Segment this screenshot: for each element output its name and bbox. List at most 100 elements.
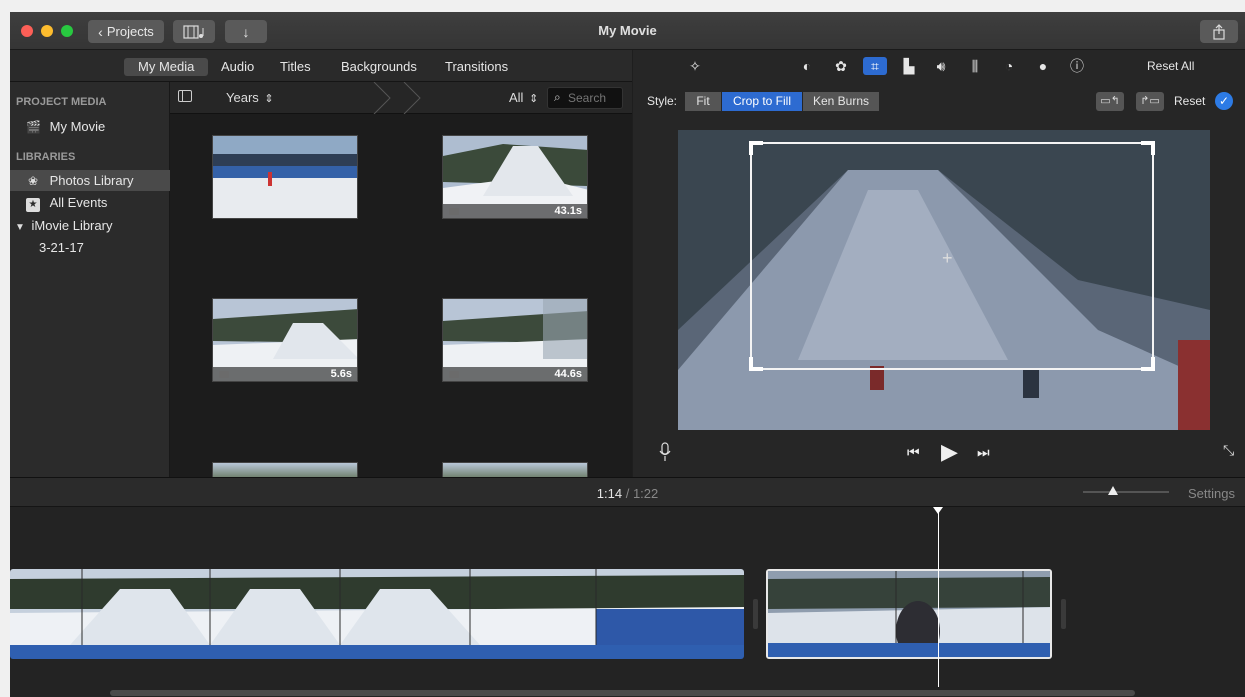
timeline-header: 1:14 / 1:22 Settings xyxy=(10,477,1245,507)
disclosure-triangle-icon[interactable]: ▼ xyxy=(15,222,25,233)
search-icon: ⌕ xyxy=(554,90,561,104)
search-field[interactable]: ⌕ xyxy=(547,87,623,109)
reset-button[interactable]: Reset xyxy=(1174,94,1205,108)
style-label: Style: xyxy=(647,94,678,108)
updown-chevron-icon: ⇕ xyxy=(264,93,274,105)
crop-rectangle[interactable]: + xyxy=(749,141,1155,371)
media-browser: Years ⇕ All ⇕ ⌕ Search 43.1s 5.6s 44.6s xyxy=(170,82,632,477)
clip-duration: 43.1s xyxy=(443,204,587,218)
tab-my-media[interactable]: My Media xyxy=(124,58,209,76)
volume-icon[interactable]: 🔊︎ xyxy=(931,57,951,75)
reset-all-button[interactable]: Reset All xyxy=(1147,59,1194,73)
stabilization-icon[interactable]: ▙ xyxy=(899,57,919,75)
grouping-value: Years xyxy=(226,90,259,105)
video-preview[interactable]: + xyxy=(678,130,1210,430)
media-pane: My Media Audio Titles Backgrounds Transi… xyxy=(10,50,632,477)
sidebar-item-label: All Events xyxy=(49,195,108,210)
breadcrumb-chevrons-icon xyxy=(373,82,421,114)
play-icon[interactable]: ▶ xyxy=(941,439,958,465)
crop-icon[interactable]: ⌗ xyxy=(863,57,887,75)
zoom-slider-thumb[interactable] xyxy=(1108,486,1118,495)
ski-race-image xyxy=(213,136,357,218)
total-time: 1:22 xyxy=(632,486,659,501)
sidebar-item-my-movie[interactable]: 🎬 My Movie xyxy=(10,116,170,137)
style-fit-button[interactable]: Fit xyxy=(685,92,721,111)
color-palette-icon[interactable]: ✿ xyxy=(831,57,851,75)
crop-corner-handle[interactable] xyxy=(749,357,763,371)
tab-transitions[interactable]: Transitions xyxy=(431,58,522,76)
style-crop-to-fill-button[interactable]: Crop to Fill xyxy=(722,92,802,111)
clip-duration: 5.6s xyxy=(213,367,357,381)
filter-select[interactable]: All ⇕ xyxy=(509,90,538,105)
crop-style-row: Style: Fit Crop to Fill Ken Burns ▭↰ ↱▭ … xyxy=(633,92,1245,114)
sidebar-item-imovie-library[interactable]: ▼ iMovie Library xyxy=(10,215,170,236)
current-time: 1:14 xyxy=(596,486,623,501)
media-clip-thumbnail[interactable]: 5.6s xyxy=(212,298,358,382)
viewer-pane: ✧ ◐ ✿ ⌗ ▙ 🔊︎ ⫼ ◔ ● ⓘ Reset All Style: Fi… xyxy=(633,50,1245,477)
transition-marker[interactable] xyxy=(1061,599,1066,629)
clip-duration: 44.6s xyxy=(443,367,587,381)
playback-controls: ⏮︎ ▶ ⏭︎ ⤡ xyxy=(633,438,1245,468)
sidebar-item-photos-library[interactable]: ❀ Photos Library xyxy=(10,170,170,191)
apply-checkmark-button[interactable]: ✓ xyxy=(1215,92,1233,110)
media-tabs: My Media Audio Titles Backgrounds Transi… xyxy=(10,50,632,82)
audio-waveform xyxy=(768,643,1050,657)
equalizer-icon[interactable]: ⫼ xyxy=(965,57,985,75)
photos-icon: ❀ xyxy=(27,174,39,188)
sidebar-item-event-3-21-17[interactable]: 3-21-17 xyxy=(10,237,170,258)
filter-value: All xyxy=(509,90,524,105)
timeline-settings-button[interactable]: Settings xyxy=(1188,486,1235,501)
horizontal-scrollbar[interactable] xyxy=(110,690,1135,696)
skip-back-icon[interactable]: ⏮︎ xyxy=(907,444,920,461)
timeline-clip-selected[interactable] xyxy=(766,569,1052,659)
crop-corner-handle[interactable] xyxy=(749,141,763,155)
rotate-left-button[interactable]: ▭↰ xyxy=(1096,92,1124,111)
media-clip-thumbnail[interactable]: 44.6s xyxy=(442,298,588,382)
crop-corner-handle[interactable] xyxy=(1141,357,1155,371)
filter-icon[interactable]: ● xyxy=(1033,57,1053,75)
sidebar-item-label: 3-21-17 xyxy=(39,240,84,255)
media-clip-thumbnail[interactable] xyxy=(212,462,358,477)
sidebar-item-label: iMovie Library xyxy=(31,218,113,233)
sidebar-item-label: My Movie xyxy=(49,119,106,134)
rotate-right-button[interactable]: ↱▭ xyxy=(1136,92,1164,111)
fullscreen-icon[interactable]: ⤡ xyxy=(1223,442,1234,459)
updown-chevron-icon: ⇕ xyxy=(529,93,539,105)
speed-icon[interactable]: ◔ xyxy=(999,57,1019,75)
libraries-sidebar: PROJECT MEDIA 🎬 My Movie LIBRARIES ❀ Pho… xyxy=(10,82,170,477)
style-ken-burns-button[interactable]: Ken Burns xyxy=(803,92,879,111)
share-button[interactable] xyxy=(1200,20,1238,43)
magic-wand-icon[interactable]: ✧ xyxy=(685,57,705,75)
sidebar-item-all-events[interactable]: ★ All Events xyxy=(10,192,170,213)
timeline xyxy=(10,507,1245,697)
clapperboard-icon: 🎬 xyxy=(26,120,41,134)
libraries-heading: LIBRARIES xyxy=(16,151,76,163)
tab-backgrounds[interactable]: Backgrounds xyxy=(327,58,431,76)
share-icon xyxy=(1213,23,1225,40)
title-bar: ‹ Projects ↓ My Movie xyxy=(10,12,1245,50)
tab-titles[interactable]: Titles xyxy=(266,58,325,76)
playhead[interactable] xyxy=(938,511,939,687)
sidebar-toggle-icon[interactable] xyxy=(178,90,192,102)
grouping-select[interactable]: Years ⇕ xyxy=(226,90,274,105)
time-separator: / xyxy=(625,486,630,501)
imovie-window: ‹ Projects ↓ My Movie My Media Audio Tit… xyxy=(10,12,1245,697)
media-clip-thumbnail[interactable] xyxy=(442,462,588,477)
browser-toolbar: Years ⇕ All ⇕ ⌕ xyxy=(170,82,632,114)
info-icon[interactable]: ⓘ xyxy=(1067,57,1087,75)
crop-corner-handle[interactable] xyxy=(1141,141,1155,155)
transition-marker[interactable] xyxy=(753,599,758,629)
search-input[interactable] xyxy=(568,90,620,106)
tab-audio[interactable]: Audio xyxy=(207,58,268,76)
microphone-icon[interactable] xyxy=(659,442,671,462)
project-media-heading: PROJECT MEDIA xyxy=(16,96,107,108)
crop-center-crosshair: + xyxy=(942,248,953,268)
color-balance-icon[interactable]: ◐ xyxy=(797,57,817,75)
zoom-slider[interactable] xyxy=(1083,486,1169,495)
media-clip-thumbnail[interactable] xyxy=(212,135,358,219)
media-clip-thumbnail[interactable]: 43.1s xyxy=(442,135,588,219)
window-title: My Movie xyxy=(598,23,657,38)
adjustment-toolbar: ✧ ◐ ✿ ⌗ ▙ 🔊︎ ⫼ ◔ ● ⓘ Reset All xyxy=(633,50,1245,82)
timeline-clip[interactable] xyxy=(10,569,744,659)
skip-forward-icon[interactable]: ⏭︎ xyxy=(977,444,990,461)
